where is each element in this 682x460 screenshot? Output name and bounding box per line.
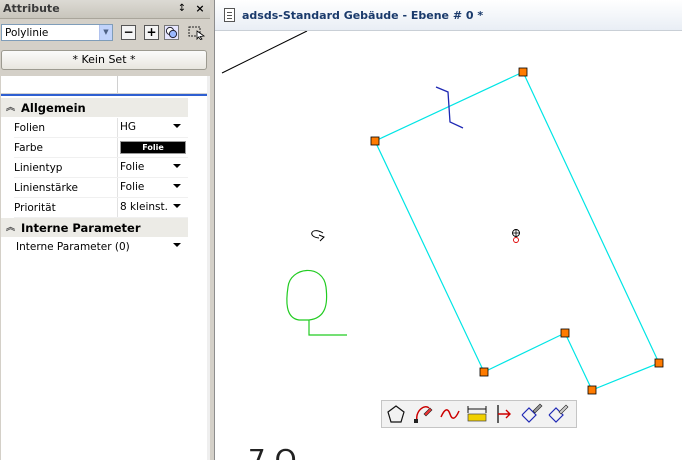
centroid-marker[interactable] [512, 229, 520, 243]
pen-diamond-icon[interactable] [519, 402, 543, 426]
vertex-handle[interactable] [370, 136, 380, 146]
drawing-title: adsds-Standard Gebäude - Ebene # 0 * [242, 9, 484, 22]
property-value[interactable]: Folie [120, 181, 144, 193]
property-name: Interne Parameter (0) [16, 241, 130, 253]
vertex-handle[interactable] [587, 385, 597, 395]
dropdown-arrow-icon[interactable] [173, 204, 181, 208]
document-icon [224, 8, 235, 22]
property-value[interactable]: 8 kleinst. [120, 201, 168, 213]
drawing-title-bar: adsds-Standard Gebäude - Ebene # 0 * [215, 0, 682, 31]
dimension-icon[interactable] [465, 402, 489, 426]
line-segment[interactable] [221, 30, 308, 74]
close-icon[interactable]: × [194, 2, 206, 15]
element-type-select[interactable]: Polylinie ▼ [1, 24, 113, 41]
element-type-value: Polylinie [5, 27, 49, 39]
category-interne-parameter[interactable]: ︽ Interne Parameter [1, 218, 188, 237]
chevron-down-icon[interactable]: ▼ [99, 25, 112, 40]
tool-palette [381, 400, 577, 428]
collapse-icon[interactable]: ︽ [6, 220, 15, 233]
category-allgemein[interactable]: ︽ Allgemein [1, 98, 188, 117]
property-value[interactable]: HG [120, 121, 136, 133]
property-row-interne-parameter[interactable]: Interne Parameter (0) [1, 237, 188, 257]
vertex-arrow-icon[interactable] [492, 402, 516, 426]
panel-title: Attribute [3, 2, 60, 15]
property-name: Farbe [14, 142, 43, 154]
bezier-icon[interactable] [411, 402, 435, 426]
property-name: Folien [14, 122, 46, 134]
building-outline[interactable] [374, 71, 660, 391]
layer-filter-icon[interactable] [164, 25, 179, 40]
grid-column-header [1, 76, 207, 94]
dropdown-arrow-icon[interactable] [173, 184, 181, 188]
grid-header-divider [1, 94, 207, 96]
property-row-prioritaet[interactable]: Priorität 8 kleinst. [1, 198, 188, 218]
vertex-handle[interactable] [518, 67, 528, 77]
vertex-handle[interactable] [654, 358, 664, 368]
property-value[interactable]: Folie [120, 161, 144, 173]
remove-button[interactable]: − [121, 25, 136, 40]
direction-mark[interactable] [435, 86, 464, 129]
vertex-handle[interactable] [560, 328, 570, 338]
category-label: Interne Parameter [21, 221, 141, 235]
select-region-icon[interactable] [188, 25, 206, 40]
property-name: Linienstärke [14, 182, 78, 194]
category-label: Allgemein [21, 101, 86, 115]
pin-icon[interactable]: ↕ [176, 2, 188, 15]
canvas-text-fragment: _ 7 Q [224, 443, 297, 460]
set-selector-button[interactable]: * Kein Set * [1, 50, 207, 70]
property-grid: ︽ Allgemein Folien HG Farbe Folie Linien… [1, 76, 207, 460]
pencil-diamond-icon[interactable] [546, 402, 570, 426]
drawing-window: _ 7 Q adsds-Standard Gebäude - Ebene # 0… [214, 0, 682, 460]
dropdown-arrow-icon[interactable] [173, 164, 181, 168]
property-row-linienstaerke[interactable]: Linienstärke Folie [1, 178, 188, 198]
property-row-farbe[interactable]: Farbe Folie [1, 138, 188, 158]
color-swatch[interactable]: Folie [120, 141, 186, 154]
property-row-linientyp[interactable]: Linientyp Folie [1, 158, 188, 178]
property-name: Linientyp [14, 162, 63, 174]
vertex-handle[interactable] [479, 367, 489, 377]
rotate-arrow[interactable] [311, 230, 324, 239]
green-symbol[interactable] [286, 269, 347, 336]
collapse-icon[interactable]: ︽ [6, 100, 15, 113]
panel-title-bar: Attribute ↕ × [0, 0, 210, 19]
add-button[interactable]: + [144, 25, 159, 40]
selection-handles[interactable] [370, 67, 664, 395]
drawing-canvas[interactable]: _ 7 Q [215, 0, 682, 460]
property-name: Priorität [14, 202, 56, 214]
dropdown-arrow-icon[interactable] [173, 124, 181, 128]
attribute-panel: Attribute ↕ × Polylinie ▼ − + * Kein Set… [0, 0, 210, 460]
polygon-icon[interactable] [384, 402, 408, 426]
dropdown-arrow-icon[interactable] [173, 243, 181, 247]
wave-icon[interactable] [438, 402, 462, 426]
property-row-folien[interactable]: Folien HG [1, 118, 188, 138]
